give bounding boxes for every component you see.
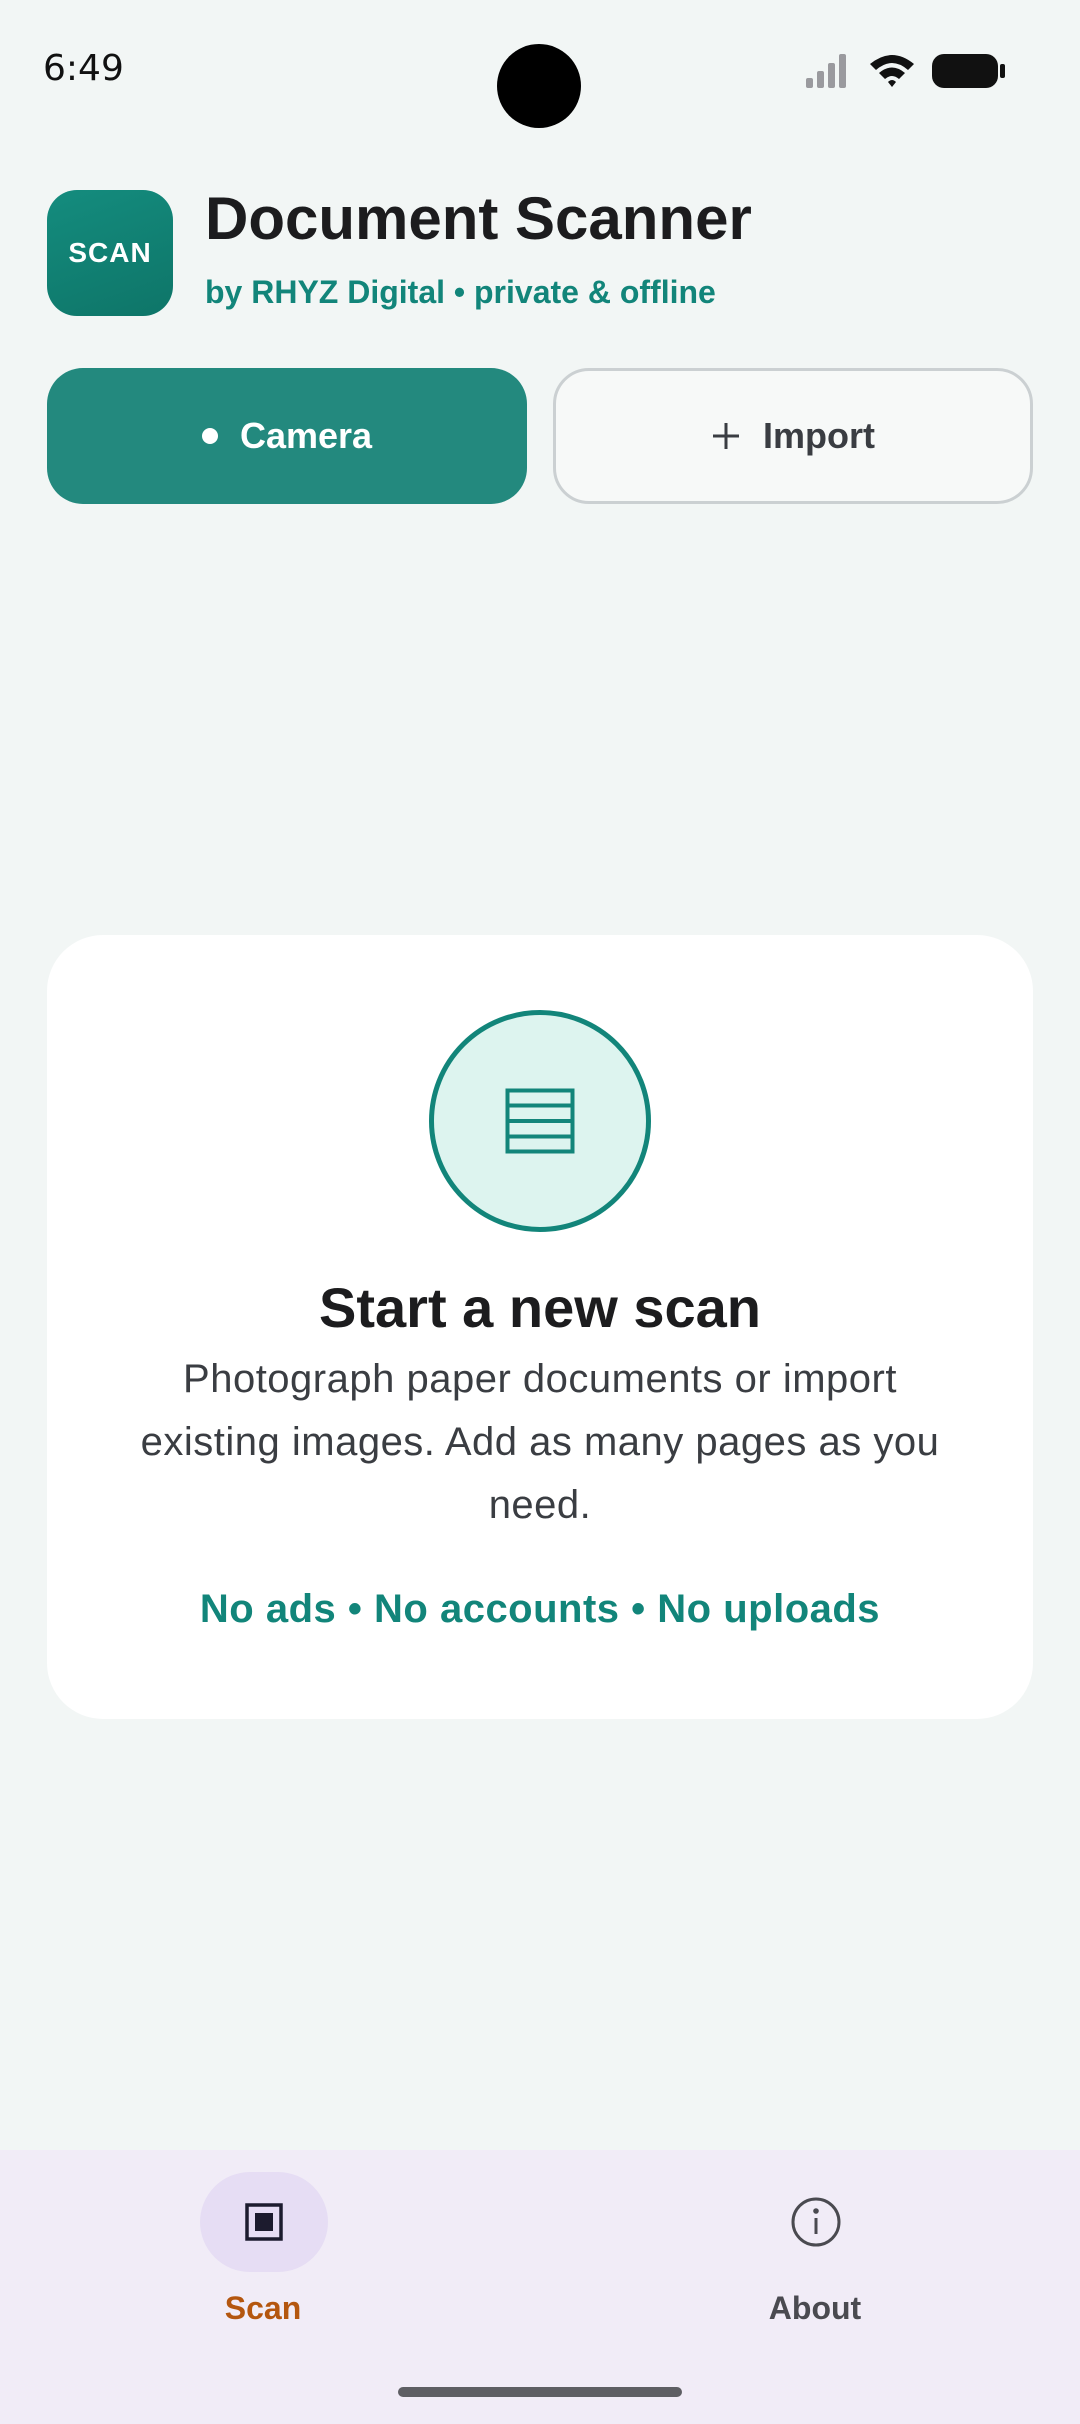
nav-label-scan: Scan [224, 2290, 302, 2326]
app-logo: SCAN [47, 190, 173, 316]
empty-state-title: Start a new scan [319, 1276, 761, 1339]
nav-icon-container [752, 2172, 880, 2272]
nav-label-about: About [768, 2290, 862, 2326]
import-button[interactable]: Import [553, 368, 1033, 504]
camera-button[interactable]: Camera [47, 368, 527, 504]
nav-item-scan[interactable]: Scan [113, 2172, 413, 2352]
plus-icon [711, 421, 741, 451]
empty-state-card: Start a new scan Photograph paper docume… [47, 935, 1033, 1719]
nav-item-about[interactable]: About [665, 2172, 965, 2352]
app-subtitle: by RHYZ Digital • private & offline [205, 274, 716, 310]
bottom-navigation: Scan About [0, 2150, 1080, 2424]
empty-state-description: Photograph paper documents or import exi… [140, 1357, 940, 1527]
camera-cutout [497, 44, 581, 128]
camera-dot-icon [201, 428, 218, 444]
nav-active-indicator [200, 2172, 328, 2272]
signal-icon [806, 54, 846, 88]
status-icons [806, 50, 1006, 94]
scan-document-icon [429, 1010, 651, 1232]
status-bar: 6:49 [0, 0, 1080, 140]
app-logo-text: SCAN [68, 237, 152, 268]
scan-square-icon [245, 2203, 283, 2241]
home-indicator[interactable] [398, 2387, 682, 2397]
camera-button-label: Camera [239, 415, 373, 456]
info-icon [791, 2197, 841, 2247]
battery-icon [932, 54, 1005, 88]
privacy-tags: No ads • No accounts • No uploads [199, 1587, 881, 1631]
wifi-icon [870, 55, 914, 87]
app-title: Document Scanner [205, 185, 752, 252]
status-time: 6:49 [43, 48, 124, 89]
import-button-label: Import [763, 415, 875, 456]
